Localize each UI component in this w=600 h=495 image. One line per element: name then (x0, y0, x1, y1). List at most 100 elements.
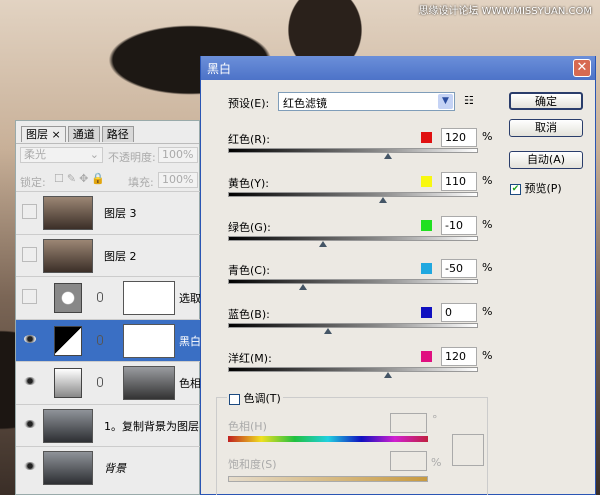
channel-slider[interactable] (228, 148, 478, 153)
layer-name: 图层 3 (104, 207, 137, 220)
channel-value-input[interactable]: 0 (441, 303, 477, 323)
channel-color-swatch (421, 132, 432, 143)
visibility-toggle[interactable] (22, 204, 37, 219)
auto-button[interactable]: 自动(A) (509, 151, 583, 169)
channel-value-input[interactable]: 110 (441, 171, 477, 191)
opacity-input[interactable]: 100% (158, 147, 198, 163)
layer-row[interactable]: 背景 (16, 446, 200, 488)
close-icon[interactable]: × (52, 128, 61, 141)
tab-layers[interactable]: 图层 × (21, 126, 66, 142)
channel-label: 黄色(Y): (228, 176, 270, 190)
layer-row[interactable]: 图层 3 (16, 191, 200, 233)
layer-row[interactable]: 选取颜 (16, 276, 212, 318)
ok-button[interactable]: 确定 (509, 92, 583, 110)
channel-row: 红色(R): 120% (201, 126, 501, 170)
tint-color-swatch[interactable] (452, 434, 484, 466)
channel-value-input[interactable]: -50 (441, 259, 477, 279)
channel-value-input[interactable]: -10 (441, 215, 477, 235)
channel-row: 洋红(M): 120% (201, 345, 501, 389)
layer-mask-thumbnail[interactable] (123, 323, 175, 358)
percent-unit: % (482, 349, 493, 362)
percent-unit: % (482, 217, 493, 231)
channel-label: 红色(R): (228, 133, 270, 146)
chevron-down-icon: ⌄ (89, 148, 99, 161)
slider-thumb[interactable] (319, 240, 327, 247)
fill-label: 填充: (128, 176, 154, 189)
link-icon[interactable] (97, 334, 103, 345)
layer-row[interactable]: 黑白 1 (16, 318, 212, 361)
blend-mode-select[interactable]: 柔光 ⌄ (20, 147, 103, 163)
eye-icon[interactable] (24, 334, 36, 343)
eye-icon[interactable] (24, 462, 36, 470)
slider-thumb[interactable] (324, 328, 332, 335)
tab-channels[interactable]: 通道 (67, 126, 100, 142)
channel-row: 绿色(G): -10% (201, 214, 501, 258)
saturation-input[interactable] (390, 451, 427, 471)
watermark: 思缘设计论坛 WWW.MISSYUAN.COM (418, 6, 592, 17)
visibility-toggle[interactable] (22, 246, 37, 262)
adjustment-layer-icon (54, 368, 82, 398)
layer-name: 背景 (104, 462, 126, 475)
eye-icon[interactable] (24, 377, 36, 385)
percent-unit: % (482, 130, 493, 143)
layer-row[interactable]: 1。复制背景为图层 (16, 403, 200, 446)
adjustment-layer-icon (54, 283, 82, 313)
preset-label: 预设(E): (228, 97, 270, 110)
channel-color-swatch (421, 263, 432, 275)
dialog-title: 黑白 (207, 62, 232, 76)
layer-mask-thumbnail[interactable] (123, 366, 175, 400)
eye-icon[interactable] (24, 419, 36, 428)
layer-thumbnail (43, 408, 93, 443)
layer-thumbnail (43, 238, 93, 273)
saturation-label: 饱和度(S) (228, 458, 277, 471)
link-icon[interactable] (97, 292, 103, 302)
layer-thumbnail (43, 451, 93, 485)
tint-checkbox[interactable]: 色调(T) (227, 390, 283, 406)
hue-label: 色相(H) (228, 420, 267, 433)
tab-paths[interactable]: 路径 (101, 126, 134, 142)
layers-panel: 图层 × 通道 路径 柔光 ⌄ 不透明度: 100% 锁定: ☐✎✥🔒 填充: 1… (15, 120, 216, 495)
link-icon[interactable] (97, 377, 103, 387)
lock-label: 锁定: (20, 176, 46, 189)
tint-group: 色调(T) 色相(H) ° 饱和度(S) % (216, 390, 488, 495)
slider-thumb[interactable] (384, 372, 392, 378)
slider-thumb[interactable] (384, 153, 392, 159)
layer-thumbnail (43, 196, 93, 230)
channel-color-swatch (421, 219, 432, 231)
channel-slider[interactable] (228, 235, 478, 241)
channel-row: 蓝色(B): 0% (201, 301, 501, 345)
close-button[interactable]: ✕ (573, 59, 591, 77)
channel-slider[interactable] (228, 323, 478, 329)
lock-icons[interactable]: ☐✎✥🔒 (54, 172, 108, 185)
channel-color-swatch (421, 351, 432, 362)
layer-name: 图层 2 (104, 249, 137, 263)
slider-thumb[interactable] (379, 196, 387, 203)
adjustment-layer-icon (54, 325, 82, 356)
channel-label: 蓝色(B): (228, 308, 270, 322)
visibility-toggle[interactable] (22, 289, 37, 304)
layer-name: 1。复制背景为图层 (104, 419, 199, 433)
black-white-dialog: 黑白 ✕ 预设(E): 红色滤镜 ▼ ☷ 确定 取消 自动(A) ✔ 预览(P) … (200, 56, 596, 495)
preview-checkbox[interactable]: ✔ 预览(P) (510, 180, 562, 196)
preset-options-icon[interactable]: ☷ (464, 94, 474, 107)
channel-label: 青色(C): (228, 264, 270, 278)
channel-slider[interactable] (228, 367, 478, 372)
channel-slider[interactable] (228, 279, 478, 285)
channel-label: 洋红(M): (228, 352, 272, 365)
percent-unit: % (482, 261, 493, 275)
hue-input[interactable] (390, 413, 427, 433)
slider-thumb[interactable] (299, 284, 307, 291)
channel-slider[interactable] (228, 191, 478, 197)
saturation-slider[interactable] (228, 476, 428, 482)
channel-value-input[interactable]: 120 (441, 347, 477, 366)
hue-slider[interactable] (228, 436, 428, 442)
layer-row[interactable]: 色相/饱 (16, 361, 216, 403)
channel-value-input[interactable]: 120 (441, 128, 477, 147)
dialog-title-bar: 黑白 ✕ (201, 56, 595, 80)
channel-color-swatch (421, 307, 432, 319)
preset-select[interactable]: 红色滤镜 ▼ (278, 92, 455, 111)
layer-mask-thumbnail[interactable] (123, 281, 175, 315)
fill-input[interactable]: 100% (158, 172, 198, 188)
cancel-button[interactable]: 取消 (509, 119, 583, 137)
layer-row[interactable]: 图层 2 (16, 233, 200, 276)
